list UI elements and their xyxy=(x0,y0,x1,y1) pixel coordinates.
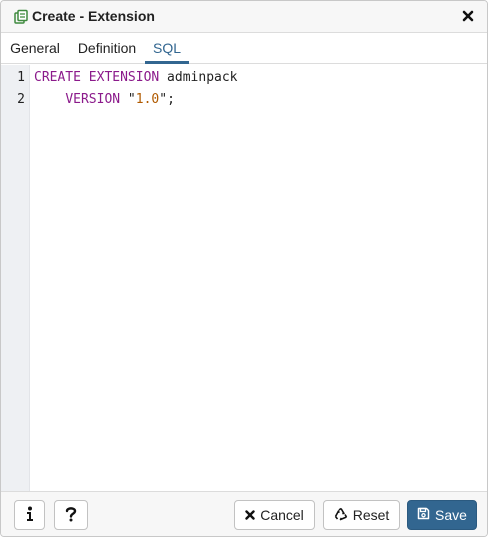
extension-icon xyxy=(13,9,29,25)
reset-button[interactable]: Reset xyxy=(323,500,400,530)
line-number: 1 xyxy=(17,70,25,85)
sql-identifier: adminpack xyxy=(159,70,238,85)
sql-editor[interactable]: 1 2 CREATE EXTENSION adminpack VERSION "… xyxy=(1,65,487,491)
tab-general[interactable]: General xyxy=(7,33,63,63)
help-button[interactable] xyxy=(54,500,88,530)
info-icon xyxy=(26,506,34,525)
help-icon xyxy=(65,506,77,525)
recycle-icon xyxy=(334,507,353,524)
line-number: 2 xyxy=(17,92,25,107)
dialog-tabs: General Definition SQL xyxy=(1,33,487,64)
reset-label: Reset xyxy=(352,507,390,523)
dialog-title-bar[interactable]: Create - Extension xyxy=(1,1,487,33)
save-icon xyxy=(417,507,435,523)
close-icon[interactable] xyxy=(459,7,477,25)
info-button[interactable] xyxy=(14,500,45,530)
string-quote-open: " xyxy=(120,92,136,107)
create-extension-dialog: Create - Extension General Definition SQ… xyxy=(0,0,488,537)
close-icon xyxy=(245,507,260,523)
dialog-title: Create - Extension xyxy=(32,8,155,24)
line-number-gutter: 1 2 xyxy=(1,65,30,491)
version-number: 1.0 xyxy=(135,92,160,107)
code-line[interactable]: VERSION "1.0"; xyxy=(34,92,175,107)
save-button[interactable]: Save xyxy=(407,500,477,530)
sql-keyword: VERSION xyxy=(65,92,121,107)
tab-sql[interactable]: SQL xyxy=(145,33,189,64)
dialog-footer: Cancel Reset Save xyxy=(1,491,487,536)
string-quote-close: "; xyxy=(159,92,175,107)
tab-definition[interactable]: Definition xyxy=(72,33,142,63)
cancel-label: Cancel xyxy=(260,507,304,523)
code-line[interactable]: CREATE EXTENSION adminpack xyxy=(34,70,238,85)
cancel-button[interactable]: Cancel xyxy=(234,500,315,530)
sql-keyword: CREATE EXTENSION xyxy=(34,70,160,85)
save-label: Save xyxy=(435,507,467,523)
